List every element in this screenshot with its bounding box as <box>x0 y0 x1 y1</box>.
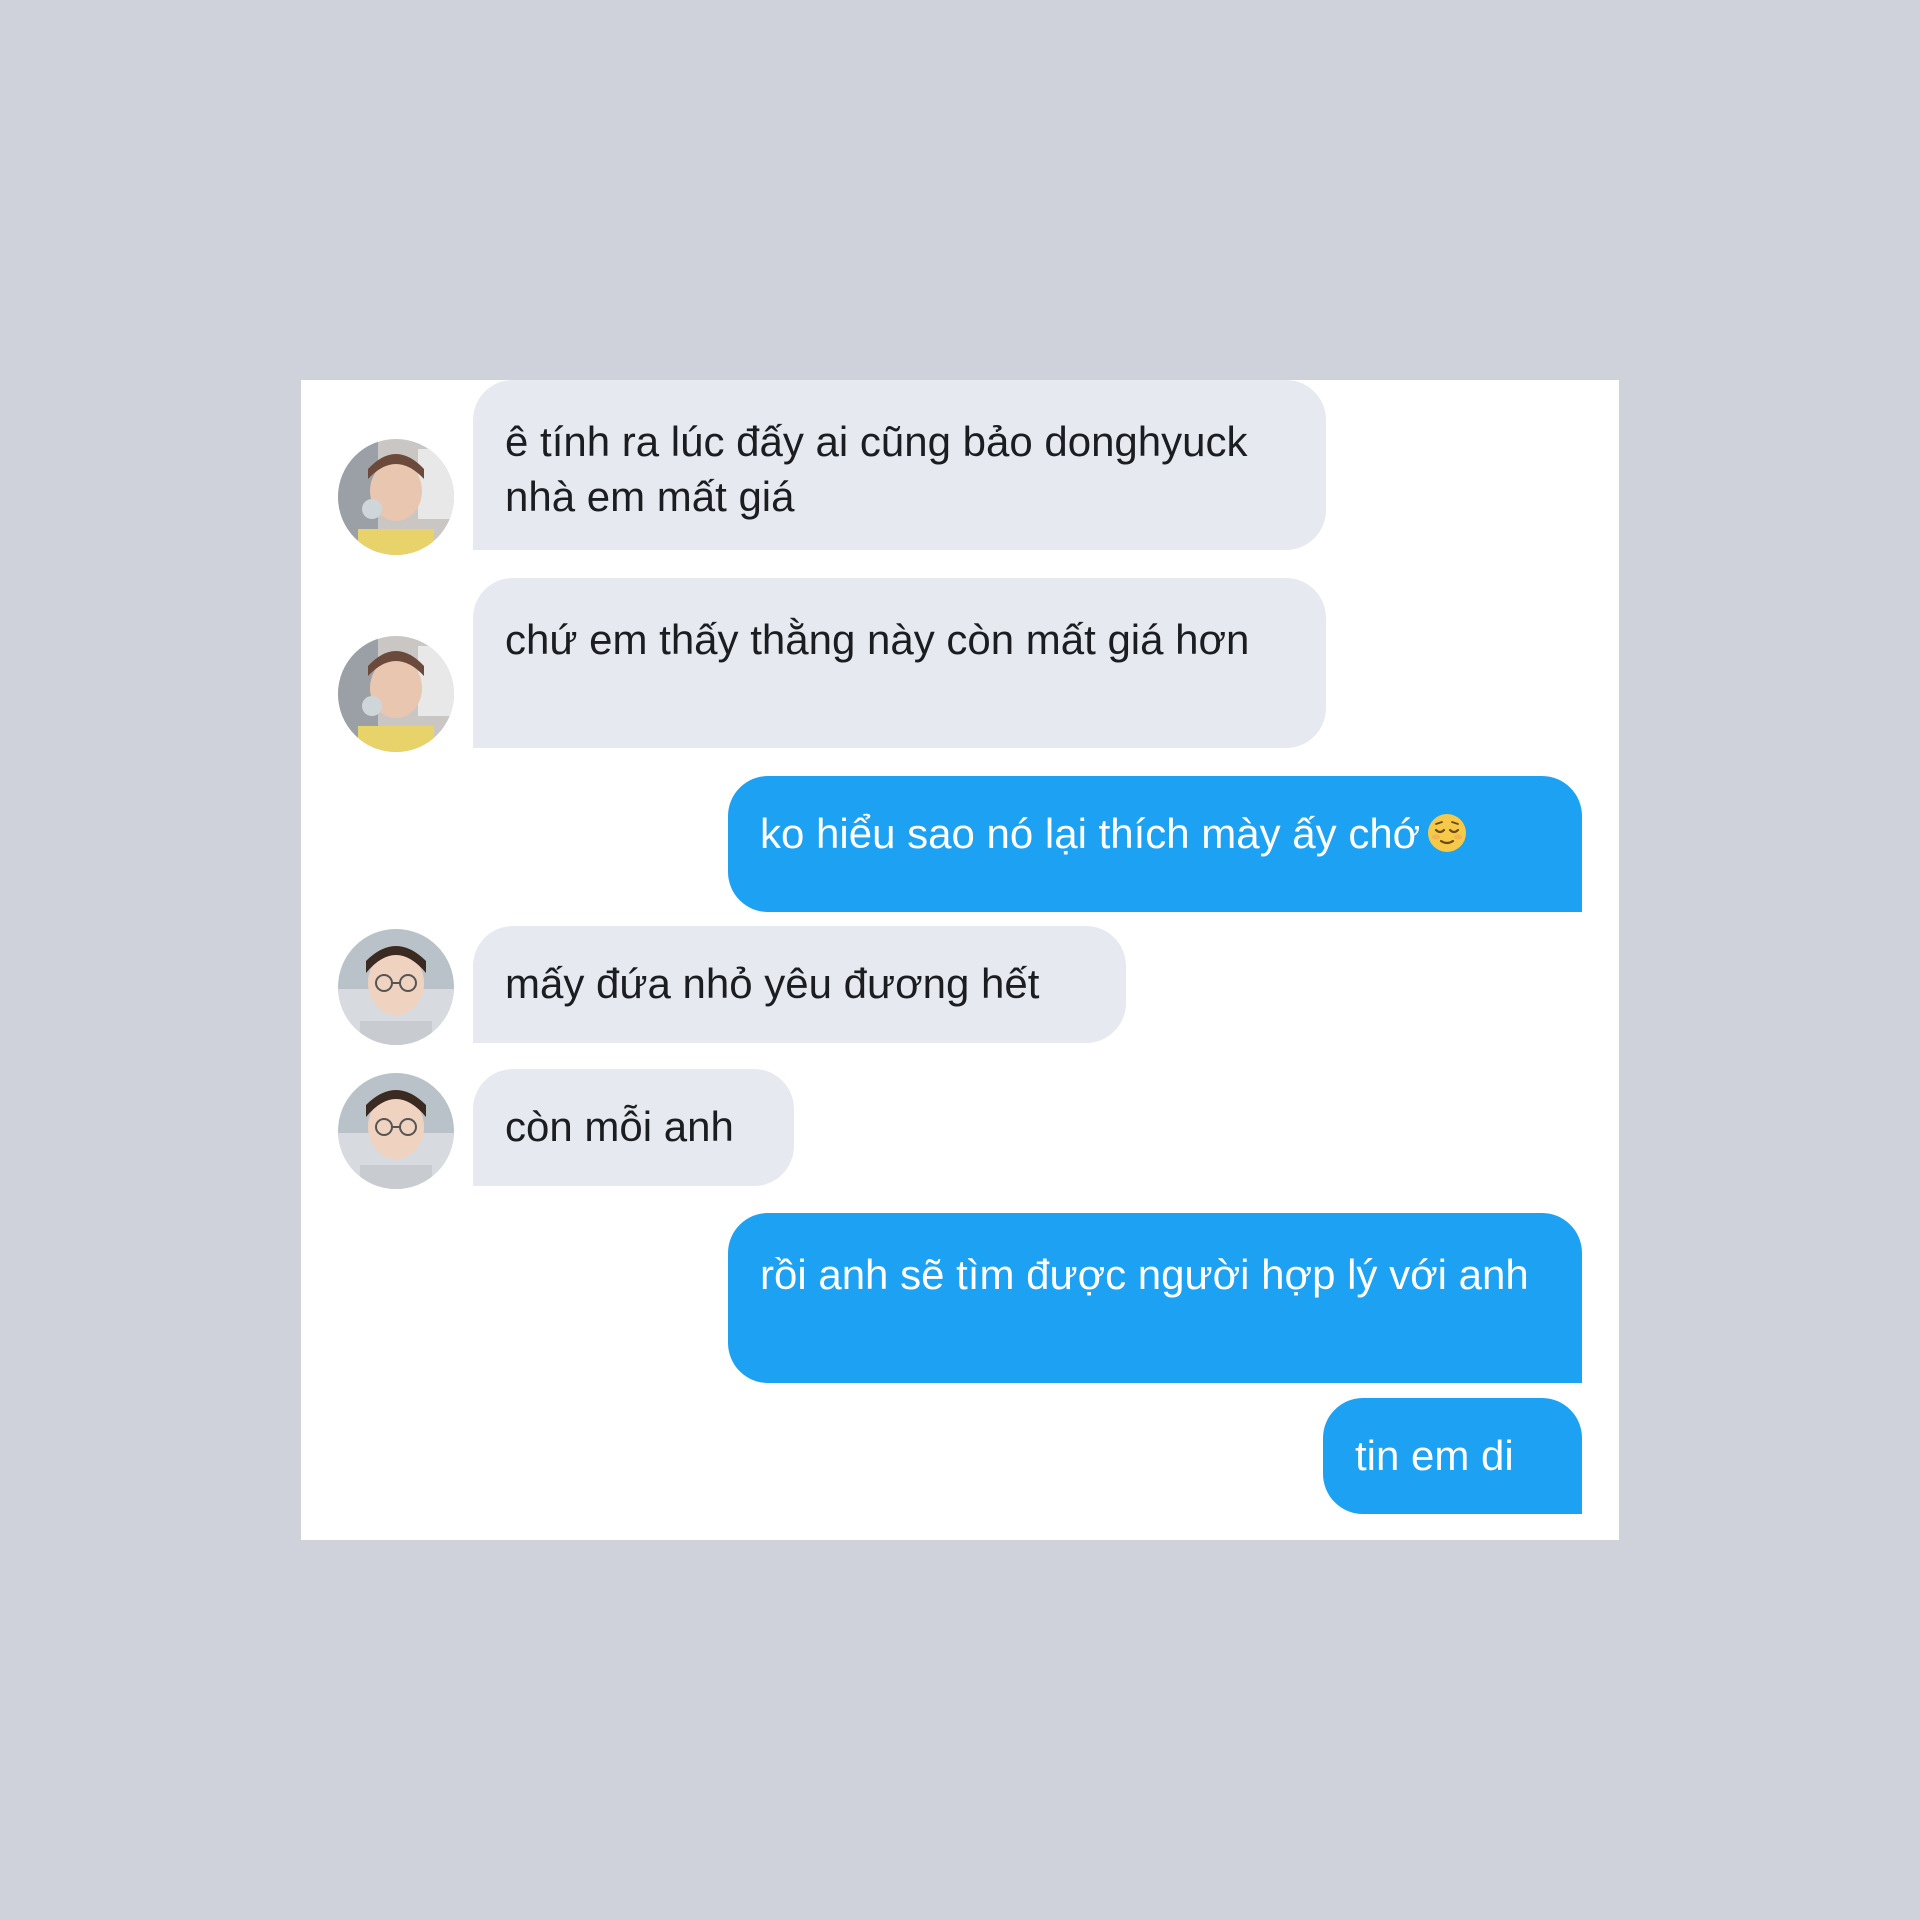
relieved-face-emoji <box>1426 812 1468 854</box>
chat-card: ê tính ra lúc đấy ai cũng bảo donghyuck … <box>301 380 1619 1540</box>
message-text: ê tính ra lúc đấy ai cũng bảo donghyuck … <box>505 418 1248 520</box>
message-text: còn mỗi anh <box>505 1103 734 1150</box>
message-bubble-incoming[interactable]: còn mỗi anh <box>473 1069 794 1186</box>
message-bubble-outgoing[interactable]: ko hiểu sao nó lại thích mày ấy chớ <box>728 776 1582 912</box>
message-text: chứ em thấy thằng này còn mất giá hơn <box>505 616 1250 663</box>
message-bubble-outgoing[interactable]: tin em di <box>1323 1398 1582 1514</box>
message-bubble-incoming[interactable]: mấy đứa nhỏ yêu đương hết <box>473 926 1126 1043</box>
message-text: ko hiểu sao nó lại thích mày ấy chớ <box>760 810 1421 857</box>
avatar[interactable] <box>338 636 454 752</box>
avatar[interactable] <box>338 1073 454 1189</box>
message-text: tin em di <box>1355 1432 1514 1479</box>
avatar[interactable] <box>338 929 454 1045</box>
message-text: rồi anh sẽ tìm được người hợp lý với anh <box>760 1251 1529 1298</box>
message-bubble-incoming[interactable]: ê tính ra lúc đấy ai cũng bảo donghyuck … <box>473 380 1326 550</box>
message-bubble-incoming[interactable]: chứ em thấy thằng này còn mất giá hơn <box>473 578 1326 748</box>
avatar[interactable] <box>338 439 454 555</box>
message-text: mấy đứa nhỏ yêu đương hết <box>505 960 1040 1007</box>
message-bubble-outgoing[interactable]: rồi anh sẽ tìm được người hợp lý với anh <box>728 1213 1582 1383</box>
